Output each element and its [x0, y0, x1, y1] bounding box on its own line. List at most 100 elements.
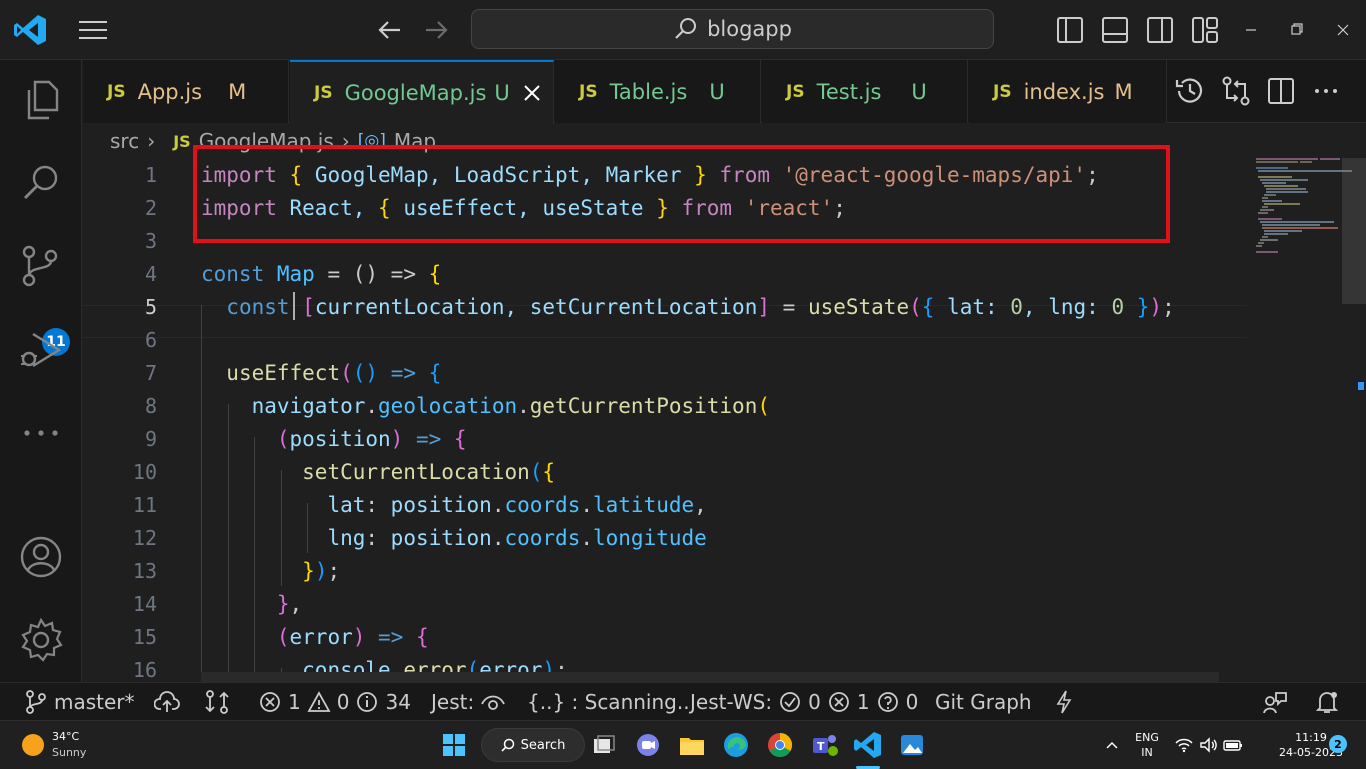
tab-googlemap-js[interactable]: JS GoogleMap.js U	[290, 60, 554, 124]
git-status-modified: M	[228, 79, 247, 104]
weather-desc[interactable]: Sunny	[52, 746, 86, 759]
jest-ws-pass-count: 0	[808, 690, 821, 714]
git-branch-status[interactable]: master*	[24, 683, 135, 721]
notifications-button[interactable]	[1314, 683, 1340, 721]
feedback-button[interactable]	[1262, 683, 1288, 721]
compare-changes-icon[interactable]	[1219, 74, 1253, 108]
taskbar-search[interactable]: Search	[481, 728, 585, 762]
person-feedback-icon	[1263, 692, 1287, 714]
code-line-13: 13 });	[132, 559, 341, 583]
split-editor-icon[interactable]	[1264, 74, 1298, 108]
search-icon[interactable]	[17, 158, 65, 206]
meet-chat-icon[interactable]	[632, 729, 664, 761]
jest-status[interactable]: Jest:	[431, 683, 506, 721]
language-indicator-line1[interactable]: ENG	[1132, 731, 1162, 745]
menu-hamburger-icon[interactable]	[76, 16, 110, 44]
error-count: 1	[288, 690, 301, 714]
git-graph-button[interactable]: Git Graph	[935, 683, 1032, 721]
js-file-icon: JS	[579, 81, 598, 102]
toggle-panel-icon[interactable]	[1100, 15, 1130, 45]
weather-temp[interactable]: 34°C	[52, 730, 79, 743]
search-text: blogapp	[707, 17, 792, 41]
explorer-files-icon[interactable]	[17, 76, 65, 124]
command-center-search[interactable]: blogapp	[471, 9, 994, 49]
restore-icon[interactable]	[1282, 16, 1312, 44]
check-circle-icon	[780, 692, 800, 712]
photos-icon[interactable]	[896, 729, 928, 761]
annotation-highlight-box	[193, 145, 1170, 243]
git-status-untracked: U	[911, 79, 927, 104]
text-cursor	[293, 292, 295, 320]
chrome-browser-icon[interactable]	[764, 729, 796, 761]
editor-tab-bar: JS App.js M JS GoogleMap.js U JS Table.j…	[83, 60, 1366, 124]
code-line-7: 7 useEffect(() => {	[144, 361, 442, 385]
breadcrumb-folder[interactable]: src	[110, 129, 139, 153]
language-indicator-line2[interactable]: IN	[1132, 746, 1162, 760]
tab-label: Table.js	[609, 79, 688, 104]
tab-app-js[interactable]: JS App.js M	[83, 60, 289, 123]
vertical-scrollbar-slider[interactable]	[1342, 158, 1366, 304]
jest-ws-status[interactable]: Jest-WS: 0 1 0	[690, 683, 918, 721]
battery-icon[interactable]	[1222, 735, 1244, 755]
task-view-icon[interactable]	[588, 729, 620, 761]
chevron-up-icon[interactable]	[1104, 737, 1120, 753]
lightning-icon	[1056, 690, 1072, 714]
git-status-untracked: U	[494, 81, 510, 105]
notification-count-badge[interactable]: 2	[1329, 735, 1347, 753]
more-views-icon[interactable]	[17, 409, 65, 457]
code-line-14: 14 },	[132, 592, 303, 616]
js-file-icon: JS	[314, 83, 333, 103]
customize-layout-icon[interactable]	[1190, 15, 1220, 45]
back-arrow-icon[interactable]	[372, 12, 408, 48]
question-circle-icon	[877, 692, 898, 712]
toggle-secondary-sidebar-icon[interactable]	[1145, 15, 1175, 45]
lightning-button[interactable]	[1052, 683, 1076, 721]
more-actions-icon[interactable]	[1309, 74, 1343, 108]
tab-table-js[interactable]: JS Table.js U	[555, 60, 761, 123]
windows-taskbar: 34°C Sunny Search T ENG IN 11:19 24-05-2…	[0, 720, 1366, 769]
js-file-icon: JS	[173, 131, 191, 151]
edge-browser-icon[interactable]	[720, 729, 752, 761]
tab-index-js[interactable]: JS index.js M	[969, 60, 1167, 123]
volume-icon[interactable]	[1198, 735, 1218, 755]
run-debug-icon[interactable]	[17, 326, 65, 374]
code-line-6: 6	[144, 328, 157, 352]
jest-ws-unknown-count: 0	[905, 690, 919, 714]
warning-count: 0	[336, 690, 350, 714]
tab-test-js[interactable]: JS Test.js U	[762, 60, 968, 123]
file-explorer-icon[interactable]	[676, 729, 708, 761]
sync-changes-button[interactable]	[154, 683, 180, 721]
vscode-logo-icon[interactable]	[12, 12, 48, 48]
sun-weather-icon[interactable]	[22, 734, 44, 756]
code-line-11: 11 lat: position.coords.latitude,	[132, 493, 707, 517]
vscode-taskbar-icon[interactable]	[852, 729, 884, 761]
forward-arrow-icon[interactable]	[418, 12, 454, 48]
timeline-history-icon[interactable]	[1173, 74, 1207, 108]
settings-gear-icon[interactable]	[17, 616, 65, 664]
scanning-status[interactable]: {..} : Scanning..	[527, 683, 690, 721]
horizontal-scrollbar[interactable]	[201, 672, 1219, 682]
code-line-10: 10 setCurrentLocation({	[132, 460, 556, 484]
git-compare-button[interactable]	[204, 683, 230, 721]
jest-ws-fail-count: 1	[856, 690, 870, 714]
code-line-15: 15 (error) => {	[132, 625, 429, 649]
code-line-12: 12 lng: position.coords.longitude	[132, 526, 707, 550]
accounts-icon[interactable]	[17, 533, 65, 581]
teams-icon[interactable]: T	[808, 729, 840, 761]
wifi-icon[interactable]	[1174, 735, 1194, 755]
close-tab-icon[interactable]	[522, 83, 542, 103]
minimize-icon[interactable]	[1236, 16, 1266, 44]
git-compare-icon	[205, 690, 229, 714]
close-window-icon[interactable]	[1328, 16, 1358, 44]
code-line-4: 4 const Map = () => {	[144, 262, 442, 286]
warning-icon	[307, 691, 331, 712]
js-file-icon: JS	[993, 81, 1012, 102]
toggle-primary-sidebar-icon[interactable]	[1055, 15, 1085, 45]
search-icon	[501, 738, 514, 752]
problems-status[interactable]: 1 0 34	[258, 683, 411, 721]
cloud-upload-icon	[154, 691, 180, 712]
jest-label: Jest:	[431, 690, 475, 714]
source-control-icon[interactable]	[17, 242, 65, 290]
windows-start-icon[interactable]	[438, 729, 470, 761]
bell-icon	[1315, 692, 1339, 713]
